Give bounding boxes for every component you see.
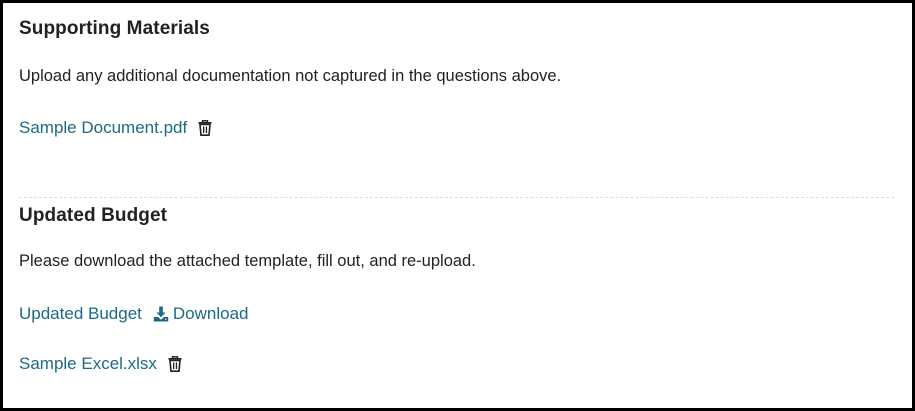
download-button[interactable]: Download [153, 303, 249, 325]
supporting-materials-section: Supporting Materials Upload any addition… [19, 15, 894, 137]
download-label: Download [172, 304, 249, 323]
trash-icon[interactable] [197, 119, 213, 137]
trash-icon[interactable] [167, 355, 183, 373]
section-title: Updated Budget [19, 205, 168, 226]
updated-budget-section: Updated Budget Please download the attac… [19, 202, 894, 373]
uploaded-file-link[interactable]: Sample Document.pdf [19, 117, 187, 139]
uploaded-file-link[interactable]: Sample Excel.xlsx [19, 353, 157, 375]
download-icon [153, 306, 169, 322]
template-row: Updated Budget Download [19, 303, 249, 325]
uploaded-file-row: Sample Excel.xlsx [19, 353, 183, 375]
template-link[interactable]: Updated Budget [19, 303, 142, 325]
form-panel: Supporting Materials Upload any addition… [0, 0, 915, 411]
section-divider [19, 197, 894, 198]
section-title: Supporting Materials [19, 18, 210, 39]
section-description: Upload any additional documentation not … [19, 67, 562, 85]
section-description: Please download the attached template, f… [19, 252, 476, 270]
uploaded-file-row: Sample Document.pdf [19, 117, 213, 139]
